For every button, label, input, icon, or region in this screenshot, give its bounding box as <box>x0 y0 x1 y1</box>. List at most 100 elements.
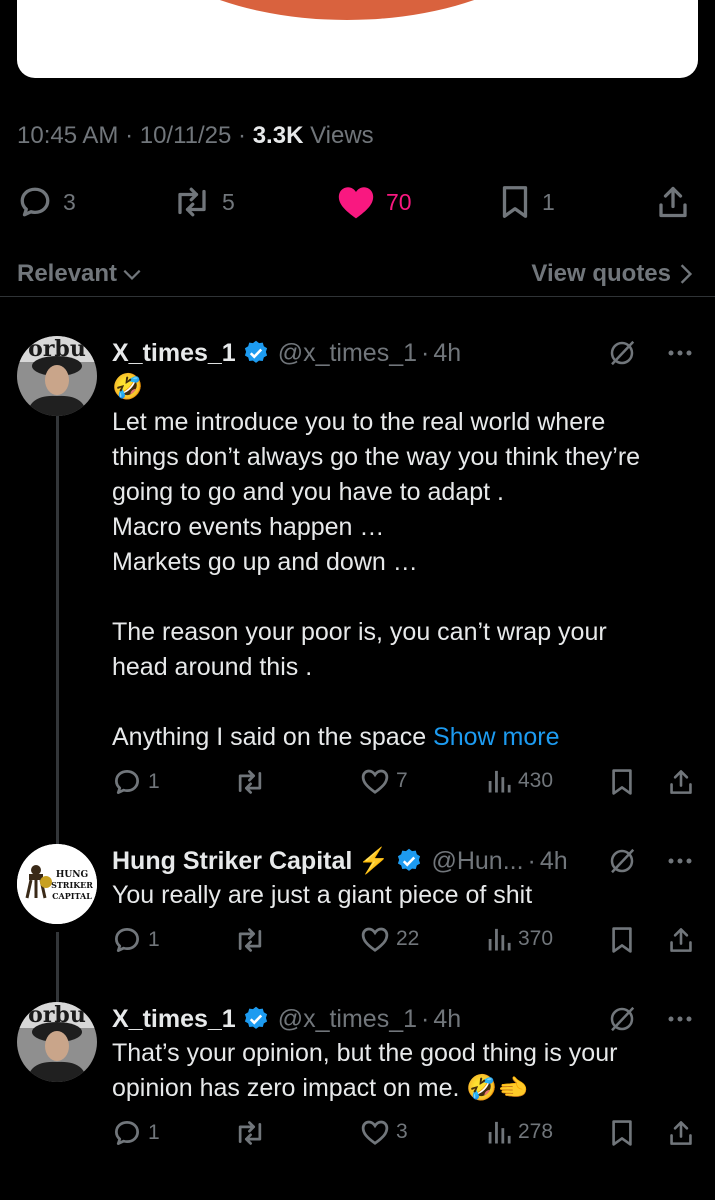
repost-icon <box>238 770 262 794</box>
share-button[interactable] <box>668 1118 694 1148</box>
share-icon <box>670 928 692 952</box>
avatar[interactable]: HUNG STRIKER CAPITAL <box>17 844 97 924</box>
views-button[interactable]: 278 <box>486 1118 553 1146</box>
bookmark-icon <box>612 769 632 795</box>
reply-count: 1 <box>148 1121 160 1144</box>
svg-text:STRIKER: STRIKER <box>51 880 93 890</box>
share-button[interactable] <box>656 184 690 220</box>
views-count: 3.3K <box>252 122 304 149</box>
reply-header: Hung Striker Capital ⚡ @Hun... · 4h <box>112 844 693 878</box>
reply-header: X_times_1 @x_times_1 · 4h <box>112 336 693 370</box>
views-label: Views <box>310 122 374 149</box>
sort-dropdown[interactable]: Relevant <box>17 260 143 288</box>
avatar[interactable]: orbu <box>17 336 97 416</box>
reply-text: 🤣 Let me introduce you to the real world… <box>112 370 693 755</box>
reply-time[interactable]: 4h <box>433 339 461 368</box>
bookmark-button[interactable] <box>610 767 634 797</box>
avatar-portrait-image: orbu <box>17 1002 97 1082</box>
reply-button[interactable]: 1 <box>112 767 160 797</box>
sort-label: Relevant <box>17 260 118 287</box>
display-name[interactable]: X_times_1 <box>112 1005 236 1034</box>
grok-icon[interactable] <box>607 1004 637 1034</box>
like-button[interactable]: 70 <box>336 184 412 220</box>
reply-time[interactable]: 4h <box>433 1005 461 1034</box>
like-button[interactable]: 7 <box>360 767 408 795</box>
repost-count: 5 <box>222 188 235 215</box>
bookmark-icon <box>612 927 632 953</box>
bookmark-button[interactable] <box>610 925 634 955</box>
grok-icon[interactable] <box>607 846 637 876</box>
views-button[interactable]: 430 <box>486 767 553 795</box>
reply-button[interactable]: 3 <box>17 184 76 220</box>
reply-action-bar: 1 22 370 <box>112 925 693 965</box>
repost-icon <box>178 187 206 217</box>
views-count: 430 <box>518 769 554 792</box>
reply-action-bar: 1 3 278 <box>112 1118 693 1158</box>
views-count: 370 <box>518 927 554 950</box>
heart-filled-icon <box>338 187 374 219</box>
like-count: 3 <box>396 1120 408 1143</box>
reply-header-controls <box>607 1004 693 1034</box>
reply-content: Hung Striker Capital ⚡ @Hun... · 4h You … <box>112 844 693 965</box>
avatar[interactable]: orbu <box>17 1002 97 1082</box>
reply-text: You really are just a giant piece of shi… <box>112 878 693 913</box>
like-button[interactable]: 3 <box>360 1118 408 1146</box>
replies-filter-row: Relevant View quotes <box>0 252 715 297</box>
reply-time[interactable]: 4h <box>540 847 568 876</box>
share-icon <box>659 186 687 218</box>
like-button[interactable]: 22 <box>360 925 419 953</box>
share-button[interactable] <box>668 925 694 955</box>
reply-content: X_times_1 @x_times_1 · 4h That’s your op… <box>112 1002 693 1158</box>
more-options-icon[interactable] <box>667 349 693 357</box>
tweet-meta: 10:45 AM · 10/11/25 · 3.3K Views <box>17 122 374 149</box>
repost-icon <box>238 1121 262 1145</box>
heart-icon <box>361 1120 389 1145</box>
reply-header: X_times_1 @x_times_1 · 4h <box>112 1002 693 1036</box>
repost-button[interactable]: 5 <box>172 184 235 220</box>
repost-button[interactable] <box>234 767 266 797</box>
repost-button[interactable] <box>234 1118 266 1148</box>
share-icon <box>670 770 692 794</box>
tweet-date[interactable]: 10/11/25 <box>140 122 232 149</box>
more-options-icon[interactable] <box>667 1015 693 1023</box>
emoji-line: 🤣 <box>112 373 144 401</box>
reply-button[interactable]: 1 <box>112 1118 160 1148</box>
reply-header-controls <box>607 846 693 876</box>
reply-text: That’s your opinion, but the good thing … <box>112 1036 693 1106</box>
tweet-action-bar: 3 5 70 1 <box>0 178 715 226</box>
grok-icon[interactable] <box>607 338 637 368</box>
user-handle[interactable]: @x_times_1 <box>278 1005 417 1034</box>
bookmark-button[interactable] <box>610 1118 634 1148</box>
user-handle[interactable]: @x_times_1 <box>278 339 417 368</box>
verified-badge-icon <box>244 340 267 363</box>
reply-button[interactable]: 1 <box>112 925 160 955</box>
display-name[interactable]: Hung Striker Capital <box>112 847 352 876</box>
bookmark-button[interactable]: 1 <box>498 184 555 220</box>
user-handle[interactable]: @Hun... <box>431 847 523 876</box>
text-line: Let me introduce you to the real world w… <box>112 408 606 436</box>
text-line: Markets go up and down … <box>112 548 418 576</box>
reply-icon <box>115 1121 139 1145</box>
show-more-link[interactable]: Show more <box>433 723 559 751</box>
reply-count: 1 <box>148 770 160 793</box>
display-name[interactable]: X_times_1 <box>112 339 236 368</box>
text-line: The reason your poor is, you can’t wrap … <box>112 618 607 646</box>
reply-content: X_times_1 @x_times_1 · 4h 🤣 Let me intro… <box>112 336 693 807</box>
media-orange-shape <box>117 0 577 20</box>
separator-dot: · <box>421 1004 430 1033</box>
tweet-time: 10:45 AM <box>17 122 119 149</box>
separator-dot: · <box>421 338 430 367</box>
view-quotes-link[interactable]: View quotes <box>531 260 693 288</box>
share-button[interactable] <box>668 767 694 797</box>
like-count: 7 <box>396 769 408 792</box>
more-options-icon[interactable] <box>667 857 693 865</box>
views-button[interactable]: 370 <box>486 925 553 953</box>
tweet-media-image[interactable] <box>17 0 698 78</box>
svg-text:HUNG: HUNG <box>56 870 88 880</box>
avatar-portrait-image: orbu <box>17 336 97 416</box>
thread-connector-line <box>56 410 59 850</box>
separator-dot: · <box>527 846 536 875</box>
repost-button[interactable] <box>234 925 266 955</box>
text-line: going to go and you have to adapt . <box>112 478 504 506</box>
